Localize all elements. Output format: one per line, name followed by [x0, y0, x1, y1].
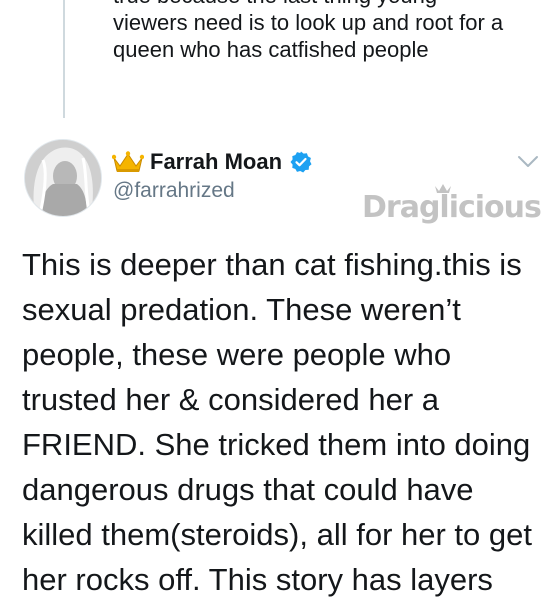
watermark: Draglicious [362, 182, 552, 238]
tweet-line: sexual predation. These weren’t [22, 292, 461, 327]
previous-tweet-line: true because the last thing young [113, 0, 543, 9]
tweet-line: her rocks off. This story has layers [22, 562, 493, 597]
chevron-down-icon[interactable] [516, 154, 540, 170]
previous-tweet-line: queen who has catfished people [113, 37, 429, 62]
previous-tweet-line: viewers need is to look up and root for … [113, 10, 504, 35]
avatar[interactable] [24, 139, 102, 217]
tweet-body: This is deeper than cat fishing.this is … [22, 242, 557, 600]
author-display-name[interactable]: Farrah Moan [150, 148, 282, 176]
tweet-line: FRIEND. She tricked them into doing [22, 427, 531, 462]
previous-tweet-text: true because the last thing young viewer… [113, 0, 543, 63]
author-handle[interactable]: @farrahrized [113, 178, 235, 204]
tweet-line: This is deeper than cat fishing.this is [22, 247, 522, 282]
avatar-image [25, 140, 101, 216]
tweet-line: dangerous drugs that could have [22, 472, 474, 507]
tweet-line: trusted her & considered her a [22, 382, 440, 417]
tweet-line: killed them(steroids), all for her to ge… [22, 517, 532, 552]
verified-badge-icon [290, 151, 312, 173]
crown-icon [112, 151, 144, 172]
tweet-line: people, these were people who [22, 337, 452, 372]
watermark-text: Draglicious [362, 190, 542, 225]
thread-connector-line [63, 0, 65, 118]
